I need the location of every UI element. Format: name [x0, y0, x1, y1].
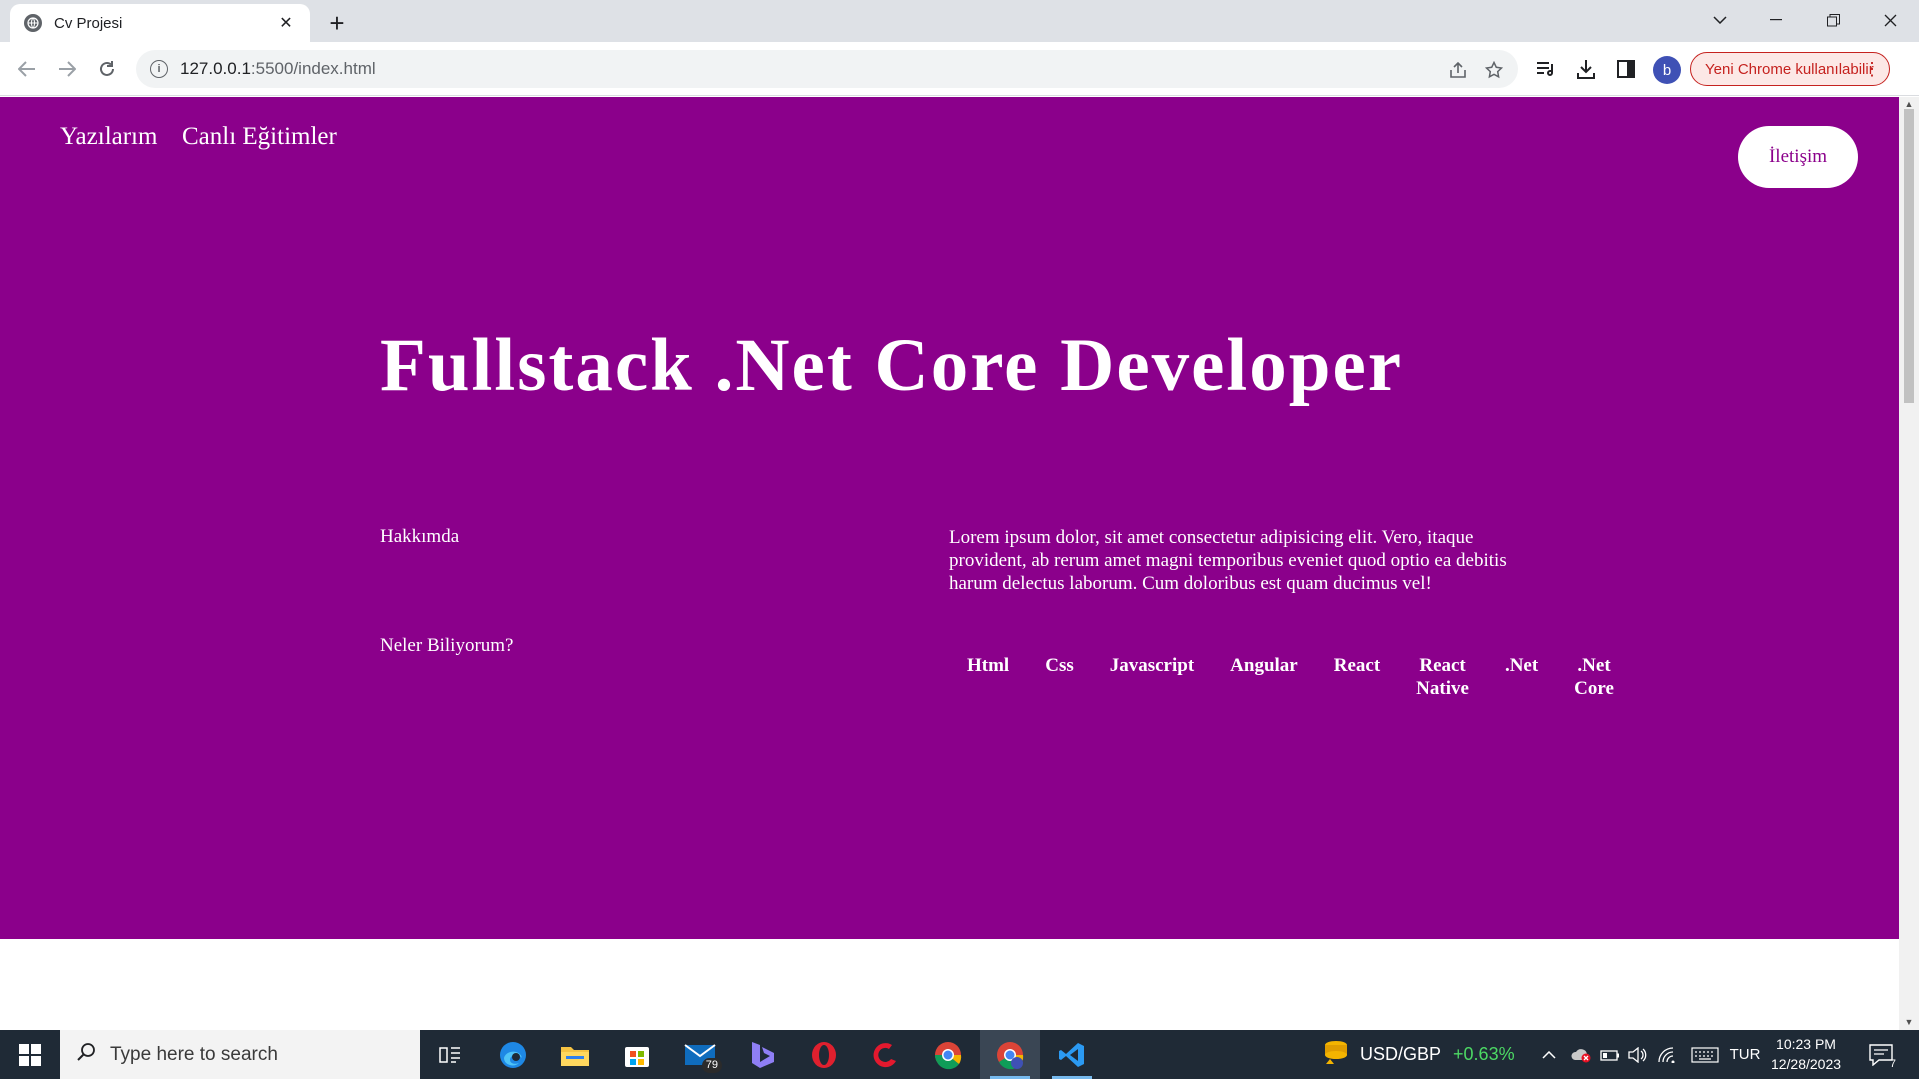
scrollbar-thumb[interactable] — [1904, 109, 1914, 403]
windows-start-icon[interactable] — [0, 1030, 60, 1079]
share-icon[interactable] — [1446, 58, 1470, 82]
url-host: 127.0.0.1 — [180, 59, 251, 78]
windows-taskbar: Type here to search 79 USD/GBP +0.63% TU… — [0, 1030, 1919, 1079]
page-viewport: Yazılarım Canlı Eğitimler İletişim Fulls… — [0, 97, 1899, 1030]
mail-icon[interactable]: 79 — [670, 1030, 730, 1079]
scroll-up-icon[interactable]: ▲ — [1904, 99, 1914, 109]
ticker-label: USD/GBP — [1360, 1044, 1442, 1064]
back-arrow-icon[interactable] — [12, 54, 42, 84]
system-clock[interactable]: 10:23 PM 12/28/2023 — [1764, 1034, 1848, 1074]
url-path: :5500/index.html — [250, 59, 376, 78]
file-explorer-icon[interactable] — [545, 1030, 605, 1079]
browser-tab[interactable]: Cv Projesi ✕ — [10, 4, 310, 42]
restore-button[interactable] — [1805, 0, 1861, 40]
nav-link-canli-egitimler[interactable]: Canlı Eğitimler — [182, 123, 337, 151]
onedrive-error-icon[interactable] — [1568, 1030, 1594, 1079]
download-icon[interactable] — [1572, 55, 1600, 83]
search-placeholder: Type here to search — [110, 1043, 278, 1065]
opera-gx-icon[interactable] — [856, 1030, 916, 1079]
page-headline: Fullstack .Net Core Developer — [380, 324, 1404, 407]
nav-link-yazilarim[interactable]: Yazılarım — [60, 123, 157, 151]
chrome-icon[interactable] — [918, 1030, 978, 1079]
update-label: Yeni Chrome kullanılabilir — [1705, 60, 1874, 78]
scroll-down-icon[interactable]: ▼ — [1904, 1017, 1914, 1027]
minimize-button[interactable] — [1748, 0, 1804, 40]
skill-item: Css — [1045, 655, 1074, 676]
vertical-scrollbar[interactable]: ▲ ▼ — [1899, 97, 1919, 1030]
side-panel-icon[interactable] — [1612, 55, 1640, 83]
new-tab-button[interactable]: + — [322, 8, 352, 38]
clock-date: 12/28/2023 — [1770, 1056, 1842, 1072]
skill-item: Html — [967, 655, 1010, 676]
bing-icon[interactable] — [732, 1030, 792, 1079]
notification-center-icon[interactable]: 7 — [1866, 1040, 1896, 1070]
coins-icon — [1322, 1039, 1350, 1070]
globe-icon — [24, 14, 42, 32]
opera-icon[interactable] — [794, 1030, 854, 1079]
hero-section: Yazılarım Canlı Eğitimler İletişim Fulls… — [0, 97, 1899, 939]
bookmark-star-icon[interactable] — [1482, 58, 1506, 82]
vscode-icon[interactable] — [1042, 1030, 1102, 1079]
search-icon — [76, 1042, 96, 1067]
skills-label: Neler Biliyorum? — [380, 635, 514, 656]
stock-ticker[interactable]: USD/GBP +0.63% — [1322, 1030, 1515, 1079]
browser-tabstrip: Cv Projesi ✕ + — [0, 0, 1919, 42]
notification-count: 7 — [1889, 1058, 1896, 1070]
skill-item: Angular — [1230, 655, 1298, 676]
close-window-button[interactable] — [1862, 0, 1918, 40]
chevron-up-icon[interactable] — [1538, 1030, 1560, 1079]
close-tab-icon[interactable]: ✕ — [276, 13, 296, 33]
forward-arrow-icon[interactable] — [52, 54, 82, 84]
microsoft-store-icon[interactable] — [607, 1030, 667, 1079]
chrome-update-button[interactable]: Yeni Chrome kullanılabilir ⋮ — [1690, 52, 1890, 86]
input-language[interactable]: TUR — [1726, 1030, 1764, 1079]
clock-time: 10:23 PM — [1776, 1036, 1836, 1052]
profile-avatar[interactable]: b — [1653, 56, 1681, 84]
task-view-icon[interactable] — [420, 1030, 480, 1079]
chrome-profile-icon[interactable] — [980, 1030, 1040, 1079]
reading-list-icon[interactable] — [1532, 55, 1560, 83]
skill-item: Javascript — [1109, 655, 1195, 676]
reload-icon[interactable] — [92, 54, 122, 84]
wifi-icon[interactable] — [1656, 1030, 1680, 1079]
edge-browser-icon[interactable] — [483, 1030, 543, 1079]
skills-list: Html Css Javascript Angular React React N… — [949, 654, 1632, 700]
skill-item: React Native — [1416, 655, 1469, 699]
keyboard-icon[interactable] — [1688, 1030, 1722, 1079]
skill-item: React — [1333, 655, 1381, 676]
tab-search-icon[interactable] — [1692, 0, 1748, 40]
battery-icon[interactable] — [1598, 1030, 1622, 1079]
about-label: Hakkımda — [380, 526, 460, 547]
skill-item: .Net Core — [1574, 655, 1614, 699]
address-bar[interactable]: i 127.0.0.1:5500/index.html — [136, 50, 1518, 88]
about-text: Lorem ipsum dolor, sit amet consectetur … — [949, 527, 1507, 594]
contact-button[interactable]: İletişim — [1738, 126, 1858, 188]
browser-toolbar: i 127.0.0.1:5500/index.html b Yeni Chrom… — [0, 42, 1919, 96]
site-info-icon[interactable]: i — [150, 60, 168, 78]
mail-badge: 79 — [701, 1058, 722, 1073]
taskbar-search[interactable]: Type here to search — [60, 1030, 420, 1079]
more-vert-icon[interactable]: ⋮ — [1863, 59, 1881, 79]
skill-item: .Net — [1504, 655, 1539, 676]
tab-title: Cv Projesi — [54, 14, 123, 32]
ticker-change: +0.63% — [1453, 1044, 1515, 1064]
volume-icon[interactable] — [1626, 1030, 1650, 1079]
